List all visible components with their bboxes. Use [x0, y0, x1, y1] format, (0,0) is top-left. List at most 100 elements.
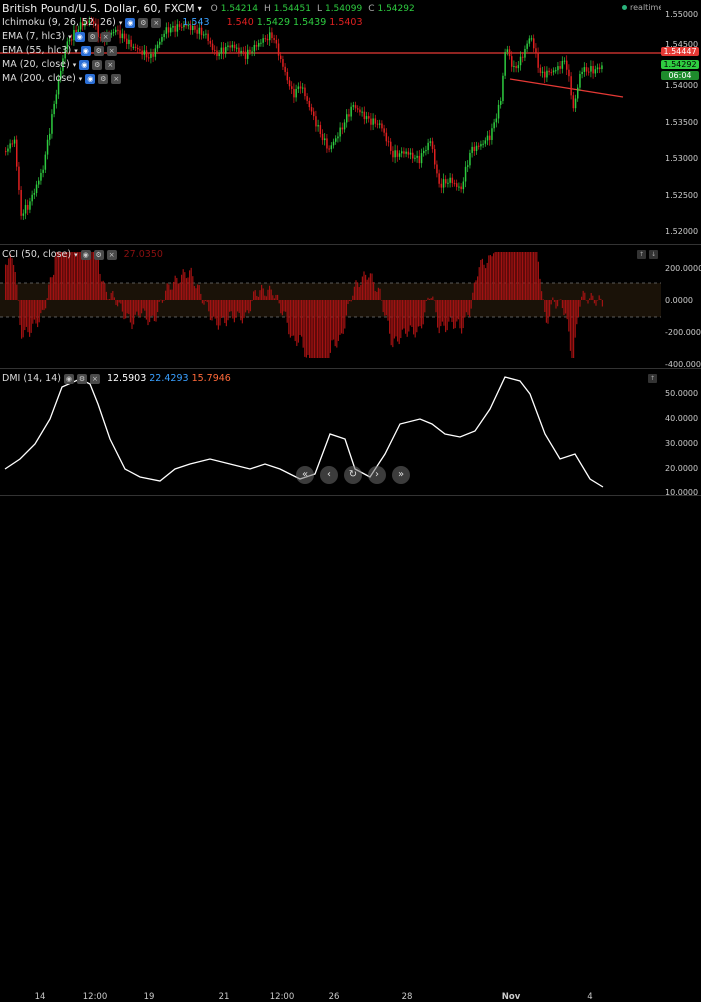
chevron-down-icon[interactable]: ▾: [79, 72, 83, 86]
cci-bar: [213, 300, 215, 317]
visibility-icon[interactable]: ◉: [63, 374, 74, 384]
dmi-pane-controls[interactable]: ↑: [648, 374, 657, 383]
close-icon[interactable]: ×: [106, 250, 117, 260]
chevron-down-icon[interactable]: ▾: [74, 248, 78, 262]
cci-value: 27.0350: [123, 249, 163, 260]
cci-axis[interactable]: 200.0000 0.0000 -200.0000 -400.0000: [661, 245, 701, 369]
pane-up-icon[interactable]: ↑: [648, 374, 657, 383]
cci-bar: [510, 252, 512, 300]
cci-bar: [205, 300, 207, 301]
cci-bar: [19, 300, 21, 326]
symbol-title[interactable]: British Pound/U.S. Dollar, 60, FXCM: [2, 2, 195, 16]
cci-bar: [489, 255, 491, 300]
pane-down-icon[interactable]: ↓: [649, 250, 658, 259]
legend-ema7[interactable]: EMA (7, hlc3) ▾ ◉ ⚙ ×: [2, 30, 415, 44]
price-tick: 1.53000: [665, 154, 699, 163]
cci-bar: [105, 291, 107, 300]
cci-bar: [229, 300, 231, 312]
settings-icon[interactable]: ⚙: [93, 46, 104, 56]
dmi-legend[interactable]: DMI (14, 14) ◉ ⚙ × 12.5903 22.4293 15.79…: [2, 372, 231, 386]
cci-bar: [190, 267, 192, 300]
legend-ma20[interactable]: MA (20, close) ▾ ◉ ⚙ ×: [2, 58, 415, 72]
cci-bar: [219, 300, 221, 326]
cci-chart[interactable]: [0, 245, 661, 368]
cci-bar: [209, 300, 211, 321]
cci-bar: [381, 300, 383, 301]
settings-icon[interactable]: ⚙: [92, 60, 103, 70]
candle-body: [544, 71, 546, 78]
visibility-icon[interactable]: ◉: [85, 74, 96, 84]
dmi-axis[interactable]: 50.0000 40.0000 30.0000 20.0000 10.0000: [661, 369, 701, 497]
cci-bar: [366, 279, 368, 300]
cci-tick: 0.0000: [665, 296, 693, 305]
legend-ichimoku[interactable]: Ichimoku (9, 26, 52, 26) ▾ ◉ ⚙ × 1.543 1…: [2, 16, 415, 30]
scroll-left-fast-button[interactable]: «: [296, 466, 314, 484]
close-icon[interactable]: ×: [151, 18, 162, 28]
ichimoku-value-5: 1.5403: [329, 17, 363, 28]
legend-ma200[interactable]: MA (200, close) ▾ ◉ ⚙ ×: [2, 72, 415, 86]
visibility-icon[interactable]: ◉: [125, 18, 136, 28]
cci-bar: [25, 300, 27, 327]
cci-bar: [393, 300, 395, 339]
cci-bar: [521, 252, 523, 300]
candle-body: [456, 183, 458, 187]
cci-bar: [520, 252, 522, 300]
chevron-down-icon[interactable]: ▾: [74, 44, 78, 58]
close-icon[interactable]: ×: [106, 46, 117, 56]
legend-ema55[interactable]: EMA (55, hlc3) ▾ ◉ ⚙ ×: [2, 44, 415, 58]
candle-body: [464, 166, 467, 182]
visibility-icon[interactable]: ◉: [74, 32, 85, 42]
cci-bar: [315, 300, 317, 358]
close-icon[interactable]: ×: [105, 60, 116, 70]
chevron-down-icon[interactable]: ▾: [73, 58, 77, 72]
settings-icon[interactable]: ⚙: [76, 374, 87, 384]
visibility-icon[interactable]: ◉: [79, 60, 90, 70]
chevron-down-icon[interactable]: ▾: [119, 16, 123, 30]
cci-bar: [206, 300, 208, 303]
cci-bar: [497, 252, 499, 300]
cci-bar: [389, 300, 391, 334]
chevron-down-icon[interactable]: ▾: [198, 2, 202, 16]
visibility-icon[interactable]: ◉: [80, 46, 91, 56]
close-icon[interactable]: ×: [111, 74, 122, 84]
candle-body: [579, 74, 581, 88]
cci-legend[interactable]: CCI (50, close) ▾ ◉ ⚙ × 27.0350: [2, 248, 163, 262]
price-pane[interactable]: British Pound/U.S. Dollar, 60, FXCM ▾ O …: [0, 0, 661, 244]
cci-pane[interactable]: CCI (50, close) ▾ ◉ ⚙ × 27.0350 ↑ ↓: [0, 245, 661, 368]
candle-body: [383, 128, 385, 133]
candle-body: [49, 133, 51, 140]
cci-bar: [193, 285, 195, 300]
cci-bar: [473, 282, 475, 300]
cci-bar: [536, 252, 538, 300]
scroll-left-button[interactable]: ‹: [320, 466, 338, 484]
settings-icon[interactable]: ⚙: [98, 74, 109, 84]
cci-bar: [403, 300, 405, 329]
candle-body: [423, 150, 425, 154]
candle-body: [396, 150, 399, 157]
candle-body: [434, 149, 436, 165]
cci-bar: [593, 300, 595, 304]
close-icon[interactable]: ×: [89, 374, 100, 384]
reset-chart-button[interactable]: ↻: [344, 466, 362, 484]
settings-icon[interactable]: ⚙: [93, 250, 104, 260]
cci-bar: [350, 300, 352, 302]
cci-bar: [112, 290, 114, 300]
settings-icon[interactable]: ⚙: [87, 32, 98, 42]
visibility-icon[interactable]: ◉: [80, 250, 91, 260]
chevron-down-icon[interactable]: ▾: [68, 30, 72, 44]
price-axis[interactable]: 1.55000 1.54500 1.54000 1.53500 1.53000 …: [661, 0, 701, 244]
scroll-right-button[interactable]: ›: [368, 466, 386, 484]
close-icon[interactable]: ×: [100, 32, 111, 42]
time-axis[interactable]: 14 12:00 19 21 12:00 26 28 Nov 4: [0, 495, 661, 1002]
cci-pane-controls[interactable]: ↑ ↓: [637, 250, 658, 259]
cci-bar: [398, 300, 400, 345]
cci-bar: [549, 300, 551, 317]
settings-icon[interactable]: ⚙: [138, 18, 149, 28]
cci-bar: [390, 300, 392, 346]
scroll-right-fast-button[interactable]: »: [392, 466, 410, 484]
cci-bar: [168, 284, 170, 300]
cci-bar: [185, 278, 187, 300]
cci-bar: [360, 285, 362, 300]
candle-body: [394, 150, 396, 158]
pane-up-icon[interactable]: ↑: [637, 250, 646, 259]
